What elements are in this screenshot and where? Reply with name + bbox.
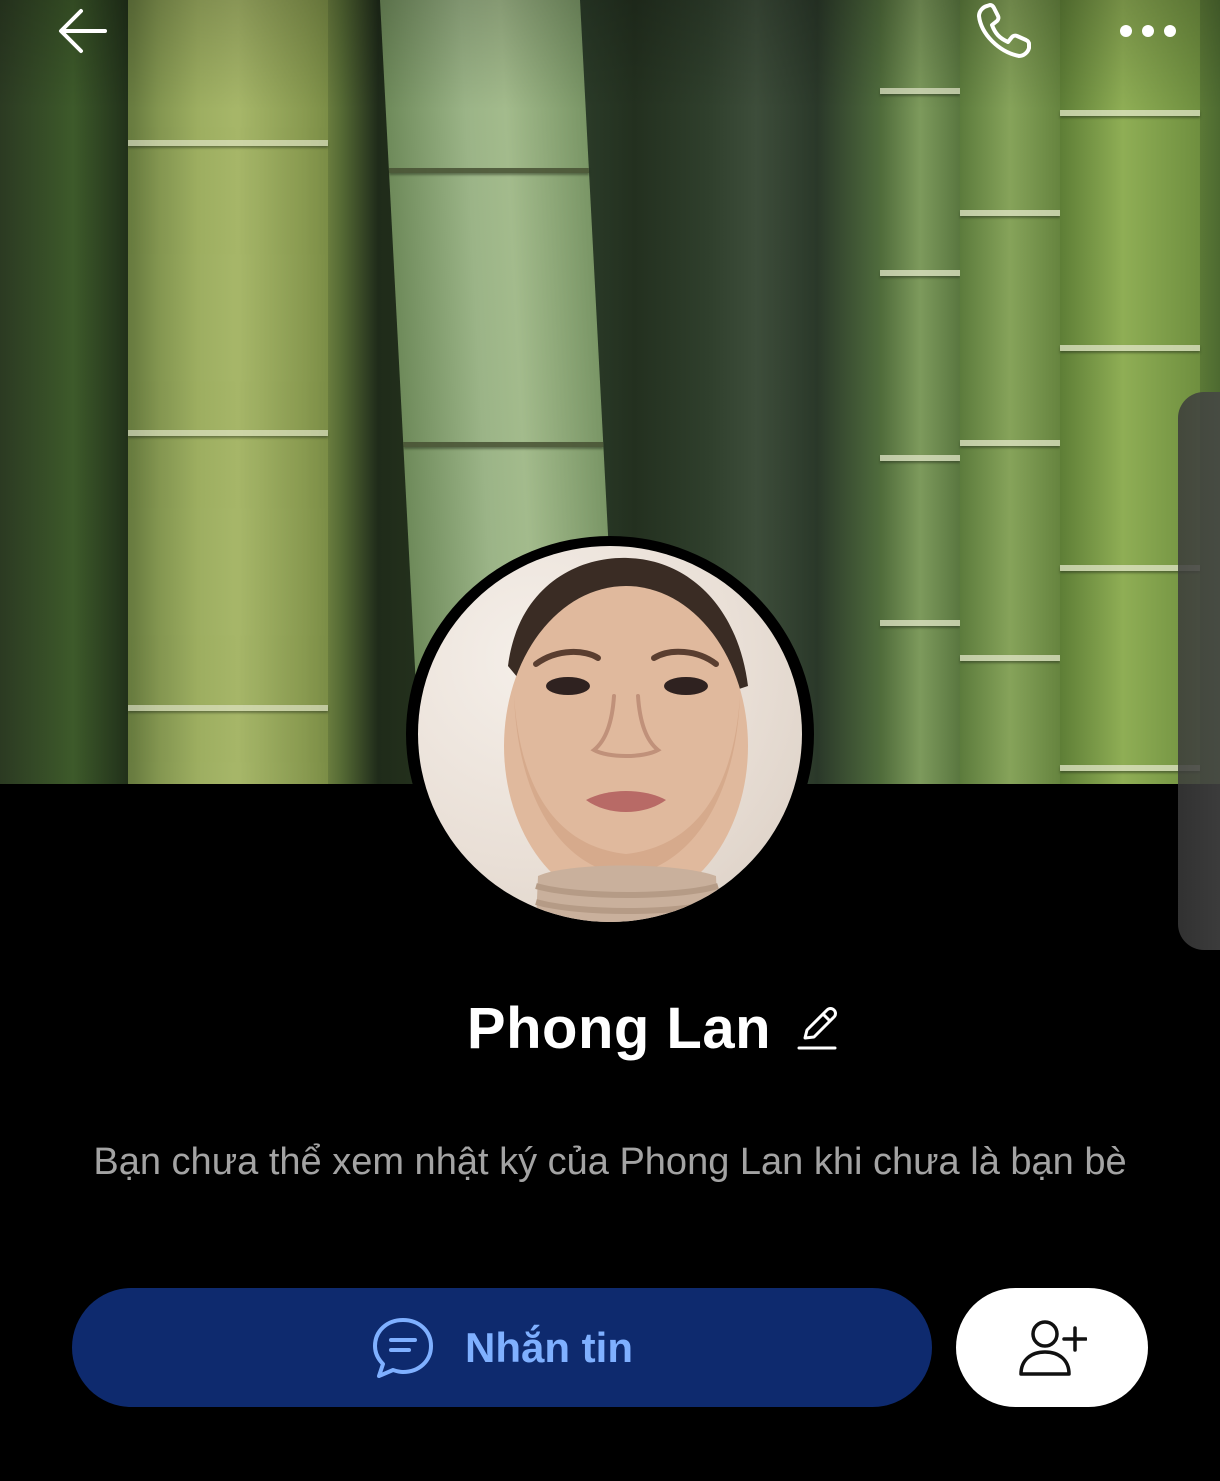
more-options-button[interactable]: [1103, 0, 1193, 62]
profile-name-row: Phong Lan: [0, 988, 1220, 1068]
arrow-left-icon: [59, 9, 107, 53]
pencil-icon[interactable]: [797, 1004, 838, 1052]
add-user-icon: [1019, 1319, 1087, 1376]
send-message-label: Nhắn tin: [465, 1323, 633, 1371]
avatar-photo: [418, 546, 802, 922]
add-friend-button[interactable]: [956, 1288, 1148, 1407]
chat-bubble-icon: [373, 1317, 433, 1378]
back-button[interactable]: [38, 0, 128, 62]
profile-name: Phong Lan: [466, 995, 772, 1061]
diary-locked-notice: Bạn chưa thể xem nhật ký của Phong Lan k…: [93, 1141, 1127, 1183]
profile-screen: Phong Lan Bạn chưa thể xem nhật ký của P…: [0, 0, 1220, 1481]
call-button[interactable]: [960, 0, 1050, 62]
phone-icon: [977, 3, 1031, 58]
more-horizontal-icon: [1120, 25, 1176, 37]
avatar[interactable]: [406, 536, 814, 932]
send-message-button[interactable]: Nhắn tin: [72, 1288, 932, 1407]
edge-panel-handle[interactable]: [1178, 392, 1220, 950]
